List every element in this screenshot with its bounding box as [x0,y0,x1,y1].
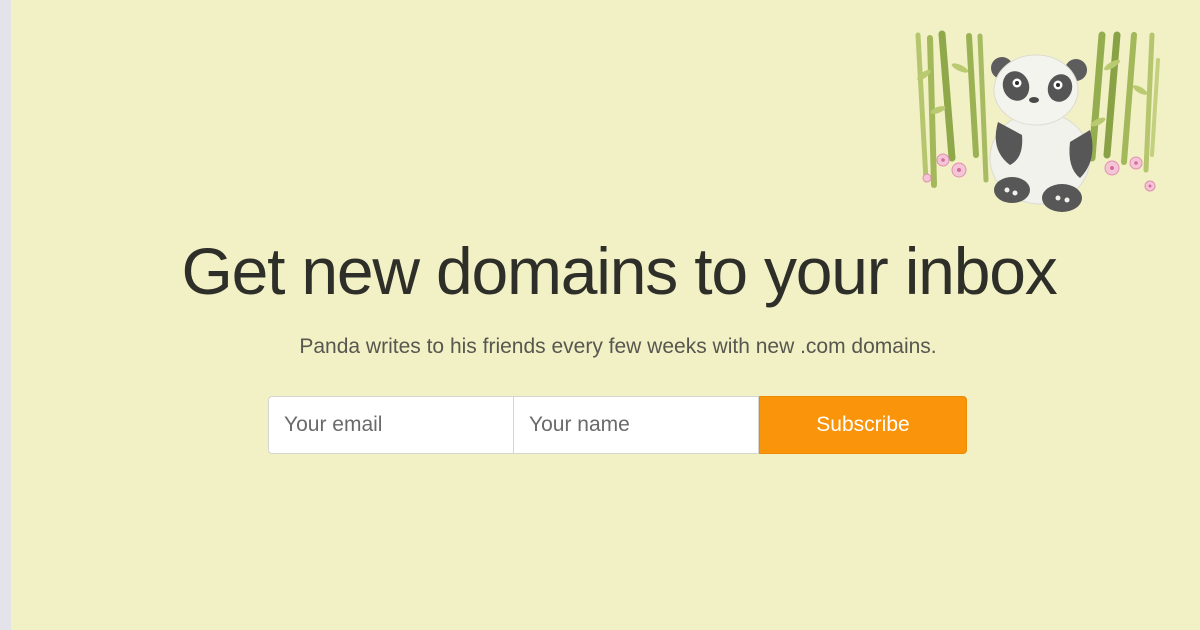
page-corner [11,0,21,10]
newsletter-signup-form: Subscribe [268,396,967,454]
page-subtitle: Panda writes to his friends every few we… [299,335,937,358]
name-field[interactable] [514,396,759,454]
email-field[interactable] [268,396,514,454]
subscribe-button[interactable]: Subscribe [759,396,967,454]
panda-with-bamboo-icon [915,30,1160,212]
page-title: Get new domains to your inbox [181,234,1057,308]
